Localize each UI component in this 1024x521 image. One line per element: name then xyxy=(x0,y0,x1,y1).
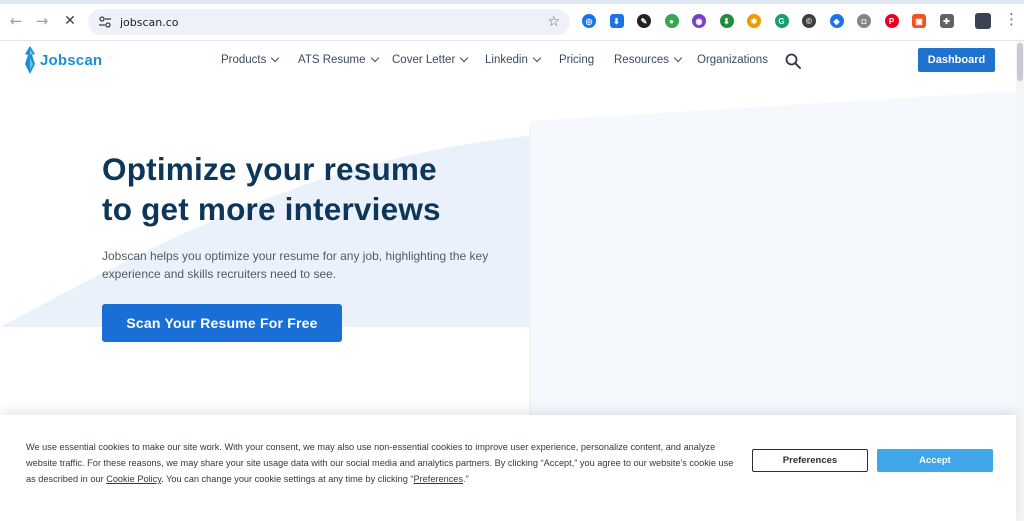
nav-label: Pricing xyxy=(559,54,595,66)
stop-loading-icon[interactable]: ✕ xyxy=(60,11,80,31)
preferences-link[interactable]: Preferences xyxy=(413,474,463,484)
ext-grammarly-icon[interactable]: G xyxy=(774,14,789,28)
ext-camera-icon[interactable]: ◘ xyxy=(857,14,871,28)
logo-mark-icon xyxy=(25,46,35,74)
hero-headline: Optimize your resume to get more intervi… xyxy=(102,149,542,229)
nav-products[interactable]: Products xyxy=(221,53,280,66)
jobscan-logo[interactable]: Jobscan xyxy=(24,46,102,74)
cookie-text-middle: . You can change your cookie settings at… xyxy=(161,474,414,484)
bookmark-star-icon[interactable]: ☆ xyxy=(547,14,560,30)
ext-orange-square-icon[interactable]: ▣ xyxy=(912,14,926,28)
nav-organizations[interactable]: Organizations xyxy=(697,54,768,66)
logo-text: Jobscan xyxy=(40,51,103,69)
ext-download-icon[interactable]: ⬇ xyxy=(609,14,624,28)
nav-label: Resources xyxy=(614,54,669,66)
ext-compass-icon[interactable]: ◎ xyxy=(582,14,596,28)
ext-pinterest-icon[interactable]: P xyxy=(884,14,899,28)
chevron-down-icon xyxy=(673,53,683,63)
nav-label: Linkedin xyxy=(485,54,528,66)
nav-label: Products xyxy=(221,54,267,66)
page-scrollbar[interactable] xyxy=(1016,41,1024,521)
cookie-message: We use essential cookies to make our sit… xyxy=(26,439,738,487)
url-text[interactable]: jobscan.co xyxy=(120,16,179,29)
nav-label: Organizations xyxy=(697,54,768,66)
nav-linkedin[interactable]: Linkedin xyxy=(485,53,542,66)
hero-subtext: Jobscan helps you optimize your resume f… xyxy=(102,249,489,281)
tab-strip-edge xyxy=(0,0,1024,4)
chevron-down-icon xyxy=(460,53,469,63)
accept-button[interactable]: Accept xyxy=(877,449,993,472)
preferences-button[interactable]: Preferences xyxy=(752,449,868,472)
headline-line-1: Optimize your resume xyxy=(102,151,437,187)
ext-circle-green-icon[interactable]: ● xyxy=(664,14,679,28)
cookie-text-end: .” xyxy=(463,474,469,484)
back-icon[interactable]: ← xyxy=(6,11,26,31)
browser-toolbar: ← → ✕ jobscan.co ☆ ◎ ⬇ ✎ ● ◉ ⬇ ✱ G © ◆ ◘ P ▣ ✚ ⋮ xyxy=(0,0,1024,41)
scrollbar-thumb[interactable] xyxy=(1017,43,1023,81)
scan-resume-button[interactable]: Scan Your Resume For Free xyxy=(102,304,342,342)
profile-avatar[interactable] xyxy=(975,13,991,29)
browser-menu-icon[interactable]: ⋮ xyxy=(1004,10,1019,28)
ext-gear-orange-icon[interactable]: ✱ xyxy=(747,14,761,28)
address-bar[interactable]: jobscan.co ☆ xyxy=(88,9,570,35)
headline-line-2: to get more interviews xyxy=(102,191,441,227)
ext-eyedropper-icon[interactable]: ✎ xyxy=(637,14,651,28)
nav-label: Cover Letter xyxy=(392,54,456,66)
forward-icon[interactable]: → xyxy=(32,11,52,31)
extensions-bar: ◎ ⬇ ✎ ● ◉ ⬇ ✱ G © ◆ ◘ P ▣ ✚ xyxy=(582,12,967,30)
search-icon[interactable] xyxy=(785,53,801,69)
nav-label: ATS Resume xyxy=(298,54,366,66)
hero-section: Optimize your resume to get more intervi… xyxy=(0,81,1016,415)
ext-copyright-icon[interactable]: © xyxy=(802,14,816,28)
nav-resources[interactable]: Resources xyxy=(614,53,683,66)
cookie-banner: We use essential cookies to make our sit… xyxy=(0,415,1016,521)
cookie-policy-link[interactable]: Cookie Policy xyxy=(106,474,161,484)
chevron-down-icon xyxy=(370,53,379,63)
ext-purple-icon[interactable]: ◉ xyxy=(692,14,706,28)
nav-cover-letter[interactable]: Cover Letter xyxy=(392,53,469,66)
dashboard-button[interactable]: Dashboard xyxy=(918,48,995,72)
nav-pricing[interactable]: Pricing xyxy=(559,54,594,66)
ext-green-arrow-icon[interactable]: ⬇ xyxy=(719,14,734,28)
ext-puzzle-icon[interactable]: ✚ xyxy=(939,14,954,28)
ext-tag-icon[interactable]: ◆ xyxy=(829,14,844,28)
site-info-icon[interactable] xyxy=(98,15,112,29)
nav-ats-resume[interactable]: ATS Resume xyxy=(298,53,379,66)
site-header: Jobscan Products ATS Resume Cover Letter… xyxy=(0,41,1024,81)
chevron-down-icon xyxy=(532,53,542,63)
chevron-down-icon xyxy=(271,53,280,63)
